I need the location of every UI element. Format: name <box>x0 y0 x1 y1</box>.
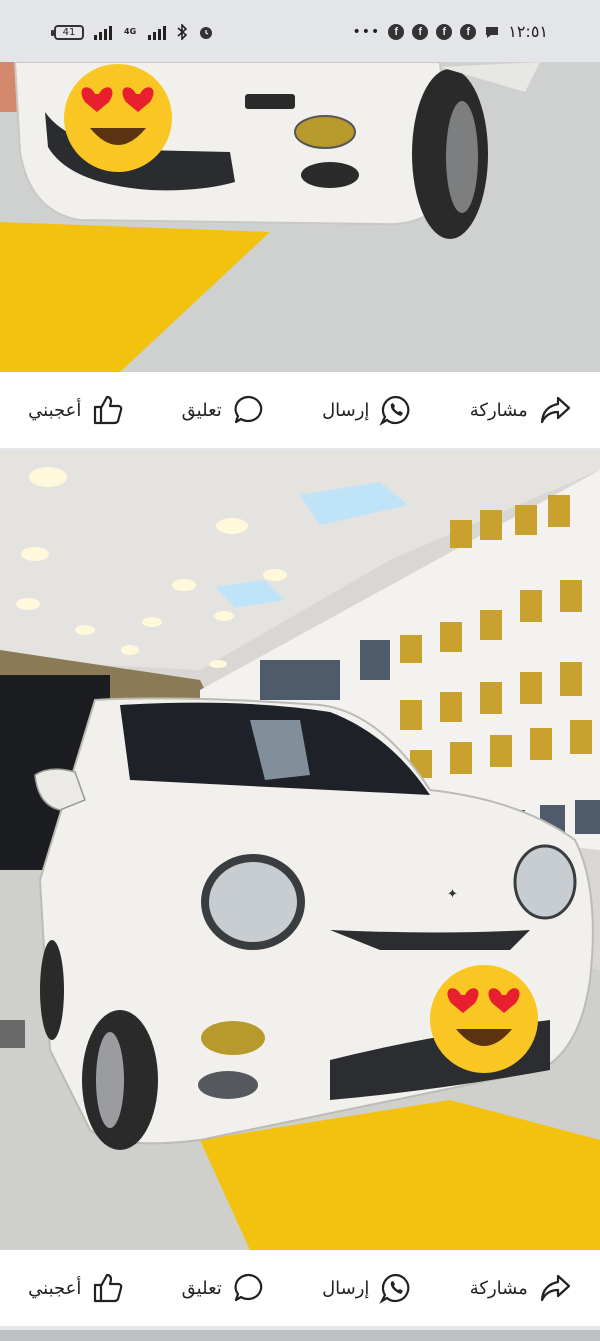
share-arrow-icon <box>540 1274 570 1302</box>
send-label: إرسال <box>322 399 370 421</box>
thumbs-up-icon <box>94 395 123 425</box>
post-photo-3[interactable] <box>0 1330 600 1341</box>
thumbs-up-icon <box>94 1273 123 1303</box>
battery-icon: 41 <box>51 24 84 40</box>
facebook-icon: f <box>412 23 429 40</box>
heart-eyes-emoji-icon <box>428 963 540 1075</box>
facebook-icon: f <box>436 23 453 40</box>
heart-eyes-emoji-icon <box>62 62 174 174</box>
battery-level: 41 <box>62 26 76 38</box>
comment-label: تعليق <box>181 1277 222 1299</box>
share-arrow-icon <box>540 396 570 424</box>
send-label: إرسال <box>322 1277 370 1299</box>
facebook-icon: f <box>460 23 477 40</box>
signal-icon <box>94 25 112 40</box>
comment-label: تعليق <box>181 399 222 421</box>
share-button[interactable]: مشاركة <box>470 393 572 427</box>
whatsapp-icon <box>379 1273 410 1304</box>
status-left: 41 4G <box>51 24 214 40</box>
status-right: ••• f f f f ١٢:٥١ <box>352 22 548 41</box>
car-in-shop-illustration: ✦ <box>0 450 600 1250</box>
svg-text:✦: ✦ <box>447 887 458 902</box>
comment-bubble-icon <box>234 395 262 424</box>
bluetooth-icon <box>177 24 188 40</box>
message-bubble-icon <box>486 26 499 38</box>
signal-icon-2 <box>148 25 167 40</box>
facebook-icon: f <box>388 23 405 40</box>
overflow-dots: ••• <box>352 23 381 40</box>
like-button[interactable]: أعجبني <box>28 393 125 427</box>
network-type: 4G <box>124 27 137 36</box>
share-button[interactable]: مشاركة <box>470 1271 572 1305</box>
send-button[interactable]: إرسال <box>322 393 413 427</box>
share-label: مشاركة <box>469 1277 528 1299</box>
send-button[interactable]: إرسال <box>322 1271 413 1305</box>
like-button[interactable]: أعجبني <box>28 1271 125 1305</box>
alarm-icon <box>200 27 213 39</box>
post-photo-1[interactable] <box>0 62 600 372</box>
comment-button[interactable]: تعليق <box>182 393 266 427</box>
like-label: أعجبني <box>28 399 82 421</box>
post-actions-1: أعجبني تعليق إرسال مشاركة <box>0 372 600 448</box>
comment-bubble-icon <box>234 1273 262 1302</box>
clock: ١٢:٥١ <box>508 22 548 41</box>
like-label: أعجبني <box>28 1277 82 1299</box>
comment-button[interactable]: تعليق <box>182 1271 266 1305</box>
share-label: مشاركة <box>469 399 528 421</box>
post-actions-2: أعجبني تعليق إرسال مشاركة <box>0 1250 600 1326</box>
status-bar: 41 4G ••• f f f f ١٢:٥١ <box>0 0 600 62</box>
post-photo-2[interactable]: ✦ <box>0 450 600 1250</box>
whatsapp-icon <box>379 395 410 426</box>
